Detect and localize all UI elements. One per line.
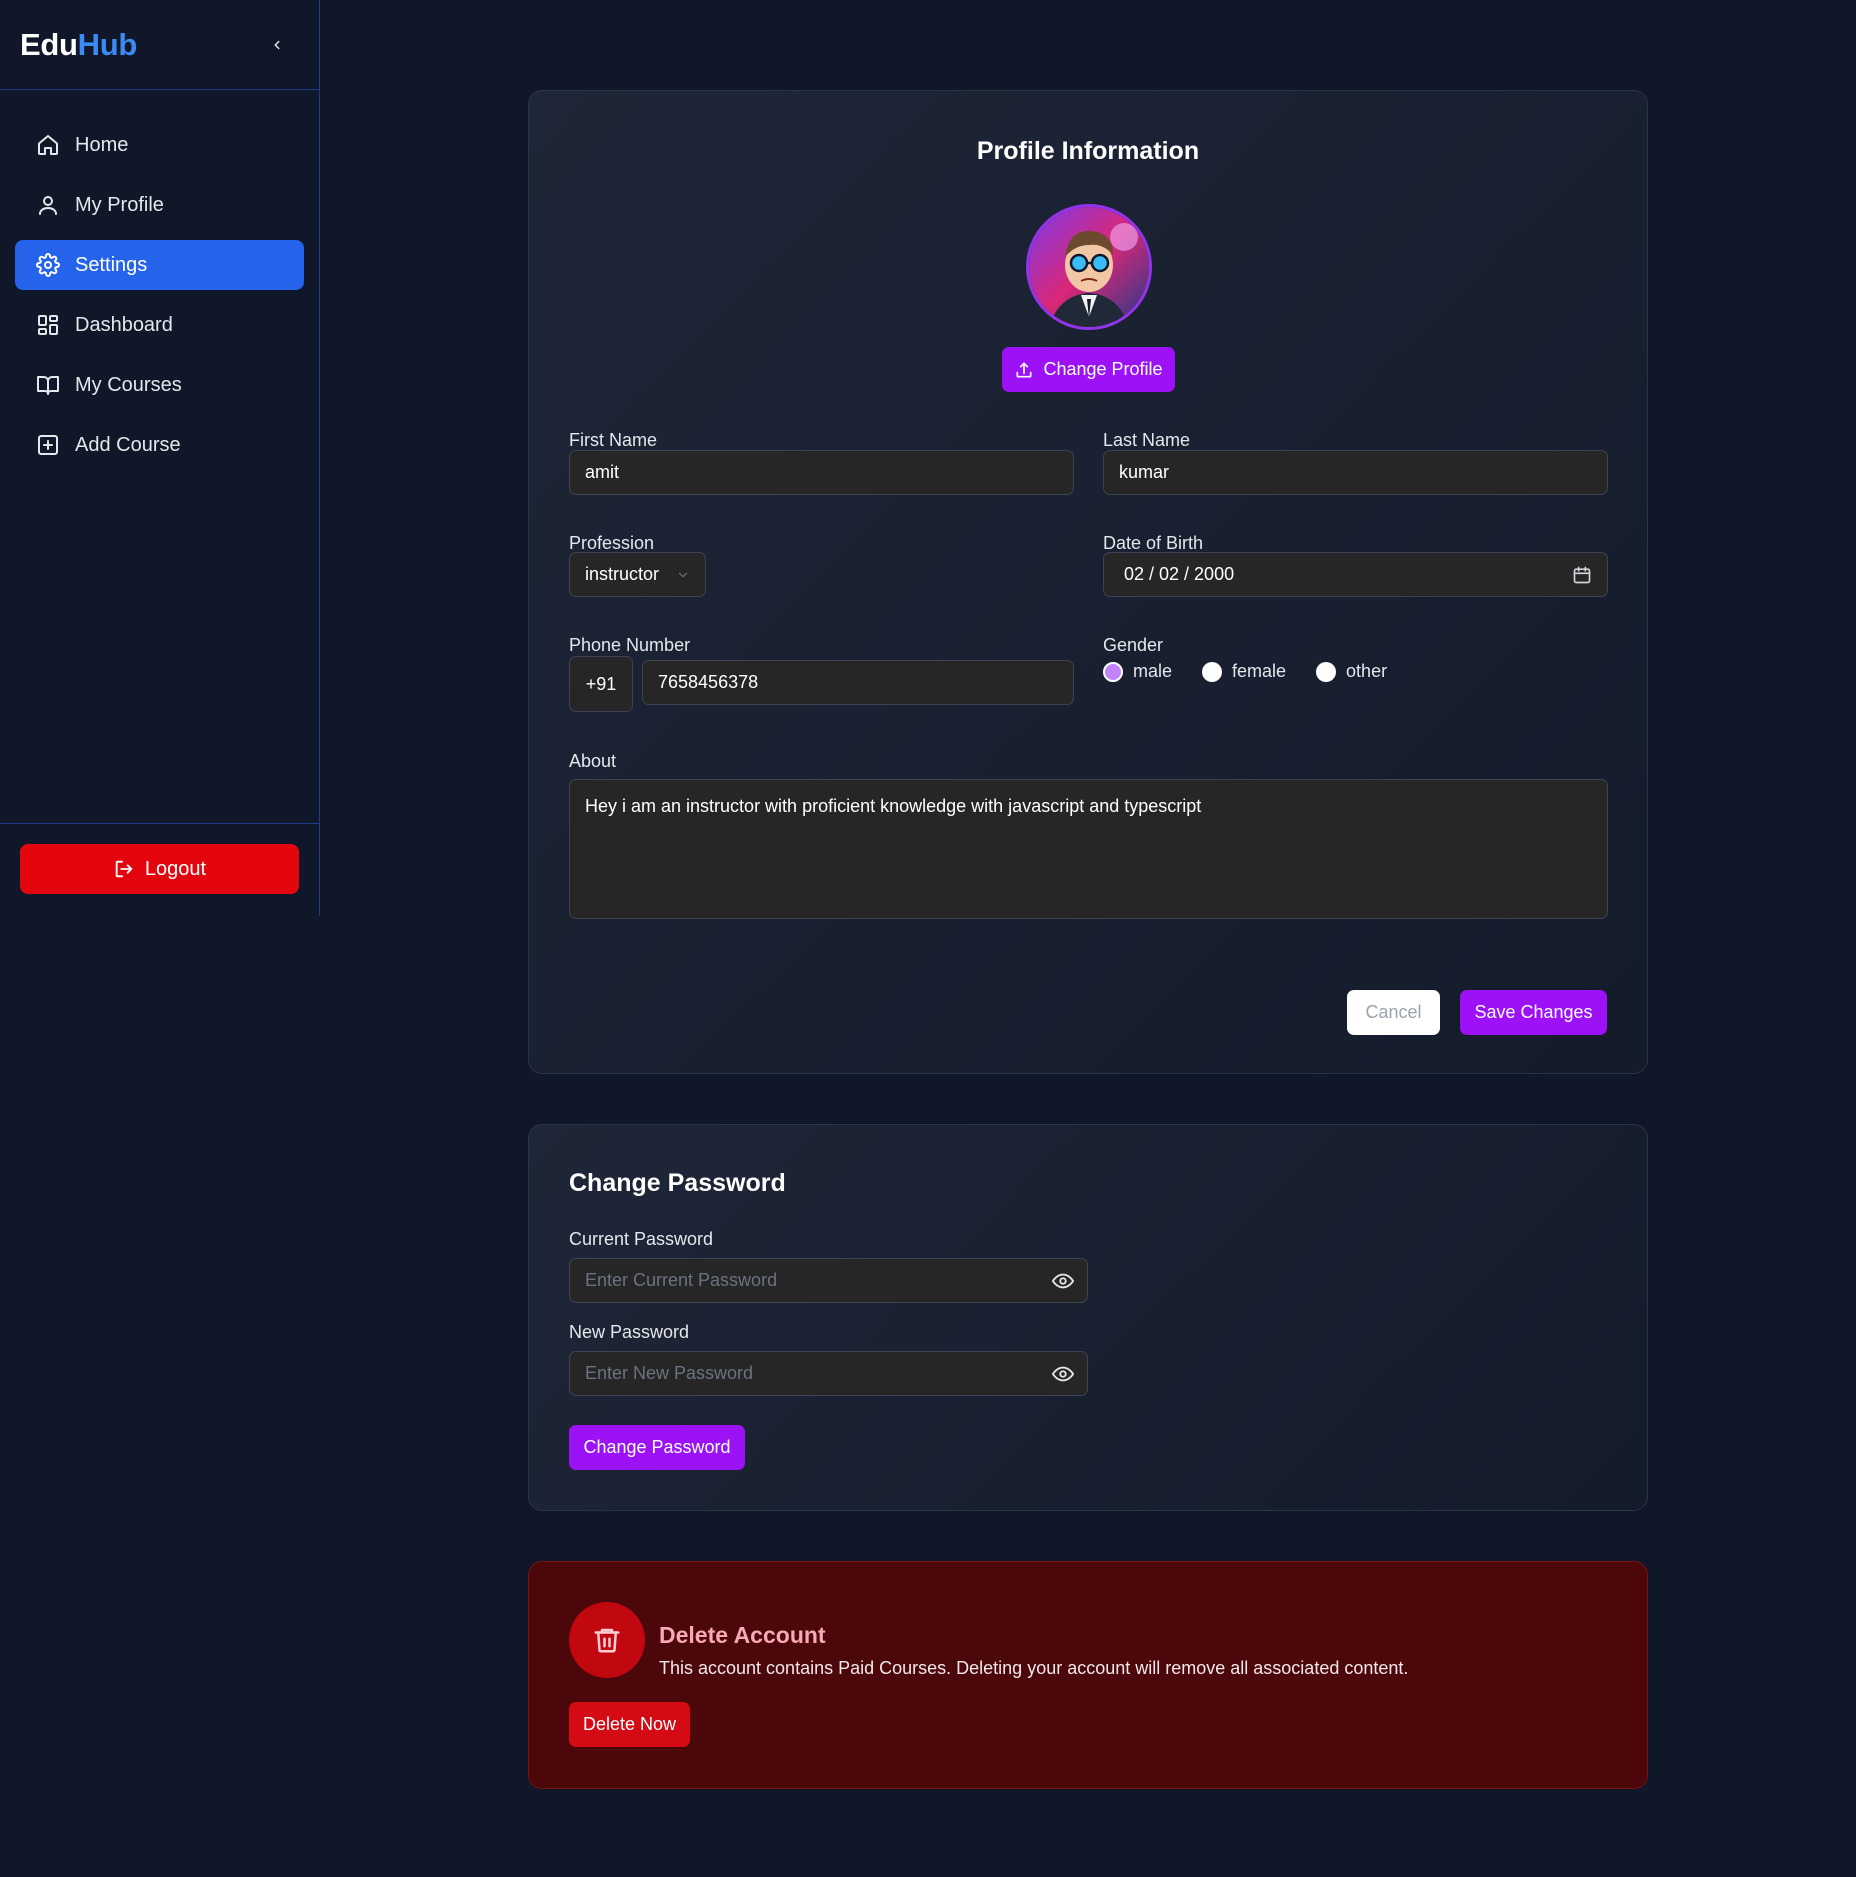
dob-input[interactable]: 02 / 02 / 2000 [1103, 552, 1608, 597]
radio-unchecked [1316, 661, 1337, 682]
cancel-button[interactable]: Cancel [1347, 990, 1440, 1035]
gender-option-label: other [1346, 661, 1388, 681]
gender-option-male[interactable]: male [1103, 661, 1172, 682]
upload-icon [1014, 360, 1034, 380]
logo[interactable]: EduHub [20, 27, 137, 63]
sidebar-item-my-courses[interactable]: My Courses [15, 360, 304, 410]
trash-icon-badge [569, 1602, 645, 1678]
sidebar-item-label: My Courses [75, 373, 182, 396]
gender-label: Gender [1103, 635, 1164, 655]
radio-unchecked [1202, 661, 1223, 682]
dashboard-icon [35, 312, 61, 338]
home-icon [35, 132, 61, 158]
radio-checked [1103, 661, 1123, 682]
gender-option-female[interactable]: female [1202, 661, 1286, 682]
avatar [1026, 204, 1152, 330]
trash-icon [594, 1628, 620, 1653]
dob-value: 02 / 02 / 2000 [1124, 564, 1235, 584]
logo-part-hub: Hub [77, 26, 138, 62]
first-name-label: First Name [569, 430, 658, 450]
phone-number-input[interactable] [642, 660, 1074, 705]
user-icon [35, 192, 61, 218]
sidebar-item-home[interactable]: Home [15, 120, 304, 170]
collapse-sidebar-button[interactable] [265, 33, 289, 57]
profession-value: instructor [585, 564, 660, 584]
logo-part-edu: Edu [20, 26, 78, 62]
change-profile-label: Change Profile [1043, 359, 1163, 379]
sidebar-nav: Home My Profile Settings Dashboard My Co… [0, 90, 319, 470]
sidebar: EduHub Home My Profile Settings Dashboar… [0, 0, 320, 916]
first-name-input[interactable] [569, 450, 1074, 495]
logout-button[interactable]: Logout [20, 844, 299, 894]
delete-now-button[interactable]: Delete Now [569, 1702, 690, 1747]
change-password-button[interactable]: Change Password [569, 1425, 745, 1470]
current-password-field [569, 1258, 1088, 1303]
gender-option-label: female [1232, 661, 1287, 681]
profession-select[interactable]: instructor [569, 552, 706, 597]
profile-title: Profile Information [976, 137, 1200, 165]
sidebar-item-add-course[interactable]: Add Course [15, 420, 304, 470]
delete-account-title: Delete Account [659, 1622, 826, 1648]
eye-icon[interactable] [1052, 1258, 1074, 1303]
logout-icon [113, 858, 135, 880]
phone-country-code[interactable]: +91 [569, 656, 633, 712]
phone-code-value: +91 [585, 673, 617, 694]
gender-option-other[interactable]: other [1316, 661, 1387, 682]
last-name-input[interactable] [1103, 450, 1608, 495]
new-password-input[interactable] [569, 1351, 1088, 1396]
new-password-field [569, 1351, 1088, 1396]
sidebar-item-dashboard[interactable]: Dashboard [15, 300, 304, 350]
brand-header: EduHub [0, 0, 319, 90]
current-password-label: Current Password [569, 1229, 714, 1249]
sidebar-item-settings[interactable]: Settings [15, 240, 304, 290]
eye-icon[interactable] [1052, 1351, 1074, 1396]
change-profile-button[interactable]: Change Profile [1002, 347, 1175, 392]
sidebar-item-label: Dashboard [75, 313, 173, 336]
sidebar-footer: Logout [0, 823, 319, 914]
chevron-down-icon [678, 572, 688, 577]
profile-information-card: Profile Information Change Profile First… [528, 90, 1648, 1074]
gender-radio-group: male female other [1103, 661, 1417, 682]
current-password-input[interactable] [569, 1258, 1088, 1303]
change-password-card: Change Password Current Password New Pas… [528, 1124, 1648, 1511]
logout-label: Logout [144, 857, 207, 880]
delete-account-card: Delete Account This account contains Pai… [528, 1561, 1648, 1789]
sidebar-item-label: Add Course [75, 433, 181, 456]
sidebar-item-label: Home [75, 133, 129, 156]
chevron-left-icon [274, 40, 280, 49]
last-name-label: Last Name [1103, 430, 1191, 450]
profession-label: Profession [569, 533, 655, 553]
sidebar-item-label: My Profile [75, 193, 164, 216]
change-password-title: Change Password [569, 1169, 786, 1197]
book-icon [35, 372, 61, 398]
about-textarea[interactable]: Hey i am an instructor with proficient k… [569, 779, 1608, 919]
calendar-icon[interactable] [1572, 565, 1592, 585]
new-password-label: New Password [569, 1322, 690, 1342]
delete-account-description: This account contains Paid Courses. Dele… [659, 1658, 1409, 1678]
about-value: Hey i am an instructor with proficient k… [585, 796, 1202, 816]
plus-square-icon [35, 432, 61, 458]
save-changes-button[interactable]: Save Changes [1460, 990, 1607, 1035]
sidebar-item-label: Settings [75, 253, 148, 276]
gender-option-label: male [1133, 661, 1173, 681]
gear-icon [35, 252, 61, 278]
sidebar-item-my-profile[interactable]: My Profile [15, 180, 304, 230]
about-label: About [569, 751, 617, 771]
dob-label: Date of Birth [1103, 533, 1204, 553]
phone-label: Phone Number [569, 635, 691, 655]
